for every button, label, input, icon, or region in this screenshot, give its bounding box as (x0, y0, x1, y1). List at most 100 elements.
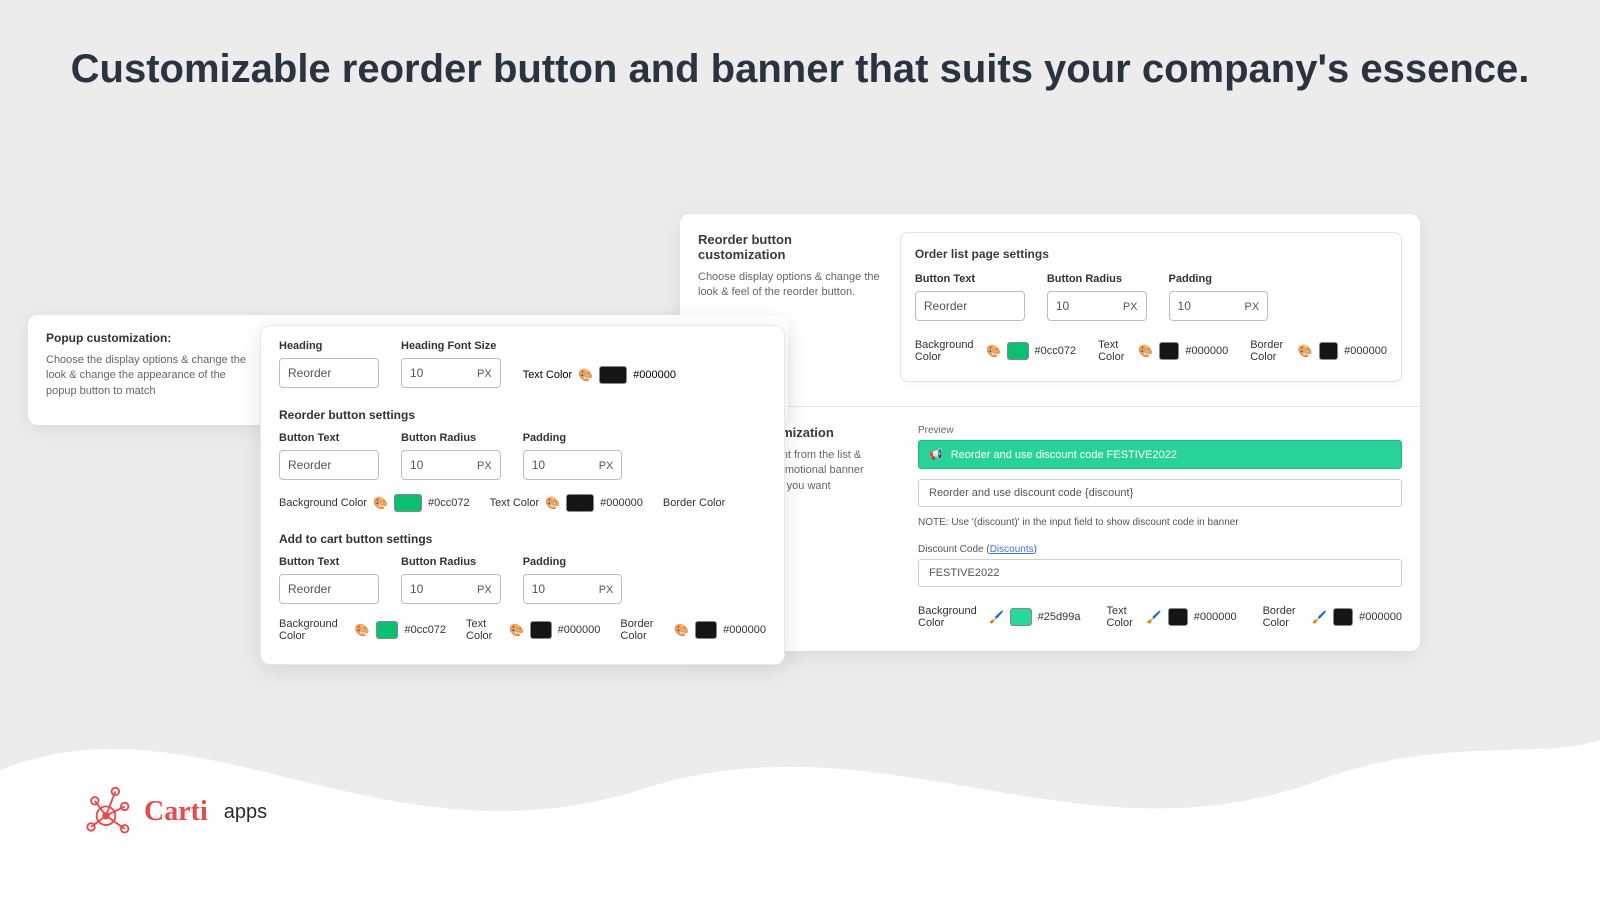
popup-desc: Choose the display options & change the … (46, 353, 246, 399)
rb-bg-hex: #0cc072 (428, 497, 470, 509)
reorder-settings-heading: Reorder button settings (279, 408, 766, 422)
page-headline: Customizable reorder button and banner t… (0, 0, 1600, 94)
rb-bg-label: Background Color (279, 497, 367, 509)
heading-input[interactable] (279, 358, 379, 388)
heading-label: Heading (279, 340, 379, 352)
brand-logo-icon (78, 784, 134, 840)
px-suffix: PX (1115, 291, 1147, 321)
rb-bg-swatch[interactable] (394, 494, 422, 512)
ac-text-swatch[interactable] (530, 621, 551, 639)
reorder-custom-title: Reorder button customization (698, 232, 880, 262)
rb-button-radius-label: Button Radius (401, 432, 501, 444)
banner-bg-swatch[interactable] (1010, 608, 1031, 626)
banner-text-swatch[interactable] (1168, 608, 1188, 626)
banner-border-swatch[interactable] (1333, 608, 1353, 626)
ac-bg-hex: #0cc072 (404, 624, 446, 636)
ac-button-radius-label: Button Radius (401, 556, 501, 568)
color-picker-icon[interactable]: 🎨 (986, 344, 1001, 358)
rb-button-text-label: Button Text (279, 432, 379, 444)
discounts-link[interactable]: Discounts (990, 544, 1034, 555)
banner-border-label: Border Color (1263, 605, 1307, 629)
banner-bg-label: Background Color (918, 605, 983, 629)
rb-text-swatch[interactable] (566, 494, 594, 512)
button-text-label: Button Text (915, 273, 1025, 285)
discount-code-input[interactable] (918, 559, 1402, 587)
order-list-panel: Order list page settings Button Text But… (900, 232, 1402, 382)
color-picker-icon[interactable]: 🎨 (578, 368, 593, 382)
heading-text-swatch[interactable] (599, 366, 627, 384)
bg-color-label: Background Color (915, 339, 980, 363)
px-suffix: PX (469, 358, 501, 388)
preview-label: Preview (918, 425, 1402, 436)
ac-padding-label: Padding (523, 556, 623, 568)
button-radius-input[interactable] (1047, 291, 1115, 321)
text-hex: #000000 (1185, 345, 1228, 357)
heading-text-color-label: Text Color (523, 369, 573, 381)
ac-text-hex: #000000 (558, 624, 601, 636)
heading-text-hex: #000000 (633, 369, 676, 381)
border-swatch[interactable] (1319, 342, 1338, 360)
banner-panel: Preview 📢 Reorder and use discount code … (918, 425, 1402, 629)
color-picker-icon[interactable]: 🎨 (355, 623, 370, 637)
right-card: Reorder button customization Choose disp… (680, 214, 1420, 651)
order-list-title: Order list page settings (915, 247, 1387, 261)
discount-code-label: Discount Code (918, 544, 984, 555)
color-picker-icon[interactable]: 🎨 (1298, 344, 1313, 358)
px-suffix: PX (1237, 291, 1269, 321)
banner-preview: 📢 Reorder and use discount code FESTIVE2… (918, 440, 1402, 469)
rb-text-hex: #000000 (600, 497, 643, 509)
banner-preview-text: Reorder and use discount code FESTIVE202… (951, 449, 1177, 461)
color-picker-icon[interactable]: 🎨 (674, 623, 689, 637)
ac-border-hex: #000000 (723, 624, 766, 636)
rb-border-label: Border Color (663, 497, 725, 509)
banner-template-input[interactable] (918, 479, 1402, 507)
border-color-label: Border Color (1250, 339, 1292, 363)
banner-text-hex: #000000 (1194, 611, 1237, 623)
border-hex: #000000 (1344, 345, 1387, 357)
ac-bg-label: Background Color (279, 618, 349, 642)
rb-padding-label: Padding (523, 432, 623, 444)
addcart-settings-heading: Add to cart button settings (279, 532, 766, 546)
ac-padding-input[interactable] (523, 574, 591, 604)
bg-swatch[interactable] (1007, 342, 1028, 360)
color-picker-icon[interactable]: 🎨 (545, 496, 560, 510)
ac-bg-swatch[interactable] (376, 621, 399, 639)
text-color-label: Text Color (1098, 339, 1132, 363)
color-picker-icon[interactable]: 🖌️ (989, 610, 1004, 624)
bg-hex: #0cc072 (1035, 345, 1077, 357)
brand-sub: apps (224, 801, 267, 824)
ac-border-label: Border Color (620, 618, 668, 642)
ac-button-text-input[interactable] (279, 574, 379, 604)
rb-button-text-input[interactable] (279, 450, 379, 480)
heading-font-input[interactable] (401, 358, 469, 388)
banner-text-label: Text Color (1107, 605, 1141, 629)
button-radius-label: Button Radius (1047, 273, 1147, 285)
rb-padding-input[interactable] (523, 450, 591, 480)
banner-note: NOTE: Use '(discount)' in the input fiel… (918, 517, 1402, 528)
padding-label: Padding (1169, 273, 1269, 285)
banner-bg-hex: #25d99a (1038, 611, 1081, 623)
color-picker-icon[interactable]: 🖌️ (1147, 610, 1162, 624)
px-suffix: PX (591, 574, 623, 604)
color-picker-icon[interactable]: 🎨 (373, 496, 388, 510)
px-suffix: PX (591, 450, 623, 480)
brand-name: Carti (144, 796, 208, 828)
text-swatch[interactable] (1159, 342, 1179, 360)
rb-text-label: Text Color (490, 497, 540, 509)
ac-text-label: Text Color (466, 618, 503, 642)
ac-button-text-label: Button Text (279, 556, 379, 568)
banner-border-hex: #000000 (1359, 611, 1402, 623)
ac-button-radius-input[interactable] (401, 574, 469, 604)
button-text-input[interactable] (915, 291, 1025, 321)
heading-font-label: Heading Font Size (401, 340, 501, 352)
popup-card-front: Heading Heading Font Size PX Text Color … (260, 325, 785, 665)
megaphone-icon: 📢 (929, 448, 943, 461)
ac-border-swatch[interactable] (695, 621, 717, 639)
reorder-custom-text: Choose display options & change the look… (698, 270, 880, 301)
color-picker-icon[interactable]: 🎨 (509, 623, 524, 637)
brand-footer: Carti apps (78, 784, 267, 840)
rb-button-radius-input[interactable] (401, 450, 469, 480)
padding-input[interactable] (1169, 291, 1237, 321)
color-picker-icon[interactable]: 🖌️ (1312, 610, 1327, 624)
color-picker-icon[interactable]: 🎨 (1138, 344, 1153, 358)
